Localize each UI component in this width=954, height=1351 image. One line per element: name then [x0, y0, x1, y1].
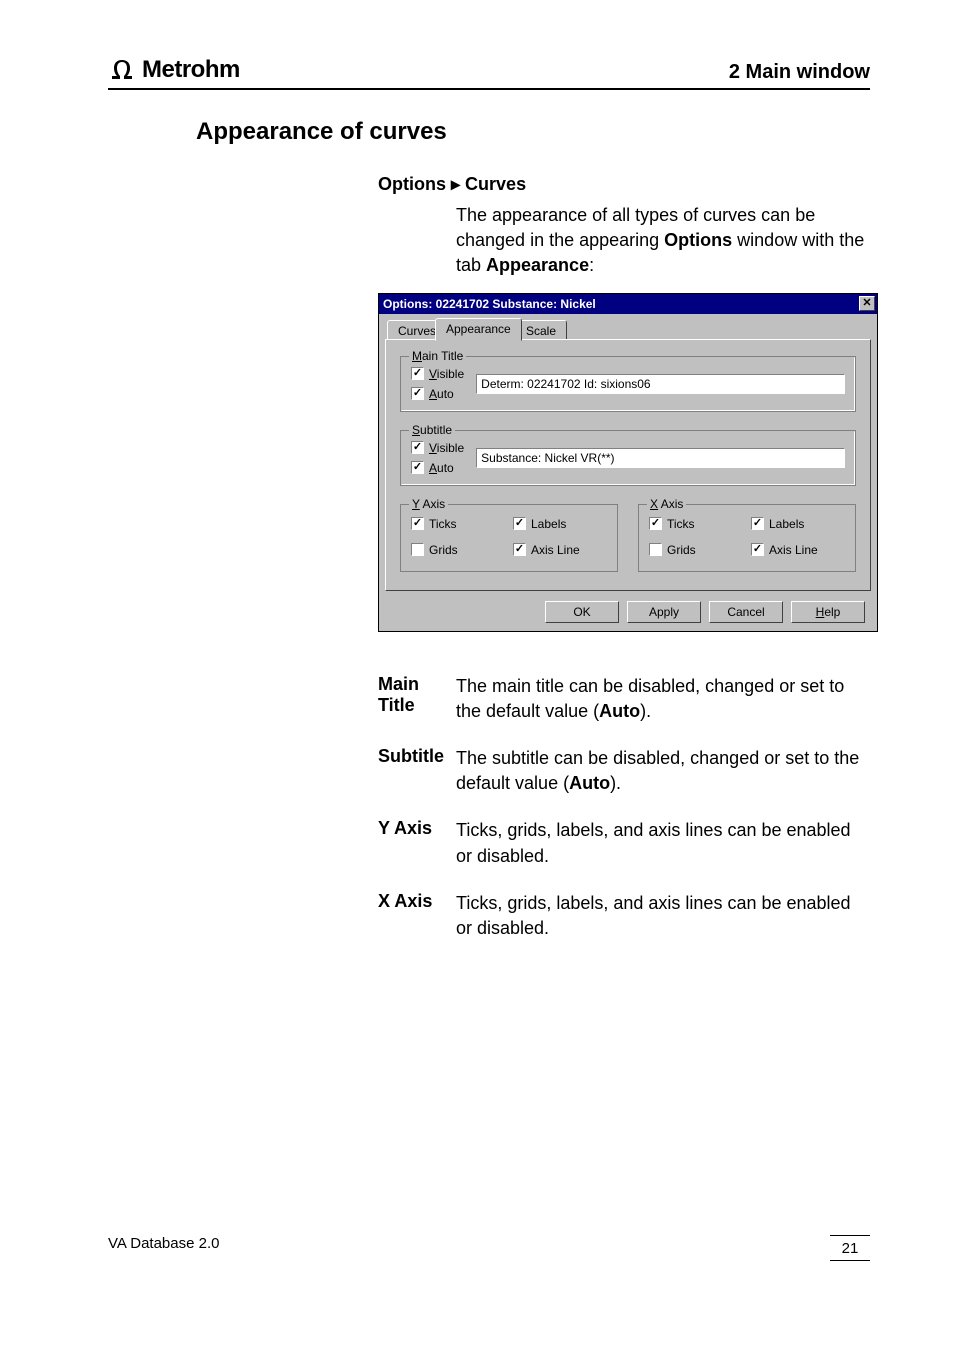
- checkbox-yaxis-labels[interactable]: ✓Labels: [513, 517, 607, 531]
- def-body-subtitle: The subtitle can be disabled, changed or…: [456, 746, 870, 796]
- def-term-main-title: Main Title: [378, 674, 456, 724]
- checkbox-xaxis-labels[interactable]: ✓Labels: [751, 517, 845, 531]
- ohm-icon: [108, 59, 136, 81]
- page-header: Metrohm 2 Main window: [108, 56, 870, 90]
- checkbox-xaxis-grids[interactable]: Grids: [649, 543, 743, 557]
- group-x-axis: X Axis ✓Ticks ✓Labels Grids ✓Axis Line: [638, 504, 856, 572]
- checkbox-yaxis-axisline[interactable]: ✓Axis Line: [513, 543, 607, 557]
- group-y-axis: Y Axis ✓Ticks ✓Labels Grids ✓Axis Line: [400, 504, 618, 572]
- dialog-title: Options: 02241702 Substance: Nickel: [383, 297, 596, 311]
- checkbox-xaxis-ticks[interactable]: ✓Ticks: [649, 517, 743, 531]
- close-icon[interactable]: ✕: [859, 296, 875, 311]
- dialog-titlebar: Options: 02241702 Substance: Nickel ✕: [379, 294, 877, 314]
- tab-scale[interactable]: Scale: [515, 320, 567, 340]
- options-dialog: Options: 02241702 Substance: Nickel ✕ Cu…: [378, 293, 878, 632]
- intro-text: The appearance of all types of curves ca…: [456, 203, 886, 279]
- brand-text: Metrohm: [142, 56, 240, 84]
- checkbox-xaxis-axisline[interactable]: ✓Axis Line: [751, 543, 845, 557]
- page-number: 21: [830, 1235, 870, 1261]
- tab-row: Curves Appearance Scale: [385, 318, 871, 340]
- group-main-title: Main Title ✓ Visible ✓ Auto: [400, 356, 856, 412]
- def-term-xaxis: X Axis: [378, 891, 456, 941]
- help-button[interactable]: Help: [791, 601, 865, 623]
- def-term-yaxis: Y Axis: [378, 818, 456, 868]
- checkbox-subtitle-visible[interactable]: ✓ Visible: [411, 441, 464, 455]
- group-subtitle: Subtitle ✓ Visible ✓ Auto: [400, 430, 856, 486]
- menu-path: Options ▸ Curves: [378, 174, 870, 195]
- input-main-title[interactable]: [476, 374, 845, 394]
- definitions: Main Title The main title can be disable…: [378, 674, 870, 942]
- checkbox-yaxis-ticks[interactable]: ✓Ticks: [411, 517, 505, 531]
- tab-page-appearance: Main Title ✓ Visible ✓ Auto: [385, 339, 871, 591]
- brand: Metrohm: [108, 56, 240, 84]
- cancel-button[interactable]: Cancel: [709, 601, 783, 623]
- apply-button[interactable]: Apply: [627, 601, 701, 623]
- def-body-yaxis: Ticks, grids, labels, and axis lines can…: [456, 818, 870, 868]
- dialog-button-row: OK Apply Cancel Help: [385, 591, 871, 623]
- checkbox-maintitle-visible[interactable]: ✓ Visible: [411, 367, 464, 381]
- tab-appearance[interactable]: Appearance: [435, 318, 522, 341]
- ok-button[interactable]: OK: [545, 601, 619, 623]
- group-legend-main-title: Main Title: [409, 349, 466, 363]
- checkbox-yaxis-grids[interactable]: Grids: [411, 543, 505, 557]
- checkbox-subtitle-auto[interactable]: ✓ Auto: [411, 461, 464, 475]
- section-title: Appearance of curves: [196, 118, 870, 146]
- checkbox-maintitle-auto[interactable]: ✓ Auto: [411, 387, 464, 401]
- group-legend-subtitle: Subtitle: [409, 423, 455, 437]
- def-body-main-title: The main title can be disabled, changed …: [456, 674, 870, 724]
- group-legend-yaxis: Y Axis: [409, 497, 448, 511]
- def-body-xaxis: Ticks, grids, labels, and axis lines can…: [456, 891, 870, 941]
- section-label: 2 Main window: [729, 61, 870, 84]
- input-subtitle[interactable]: [476, 448, 845, 468]
- group-legend-xaxis: X Axis: [647, 497, 686, 511]
- def-term-subtitle: Subtitle: [378, 746, 456, 796]
- footer-left: VA Database 2.0: [108, 1235, 219, 1261]
- page-footer: VA Database 2.0 21: [108, 1235, 870, 1261]
